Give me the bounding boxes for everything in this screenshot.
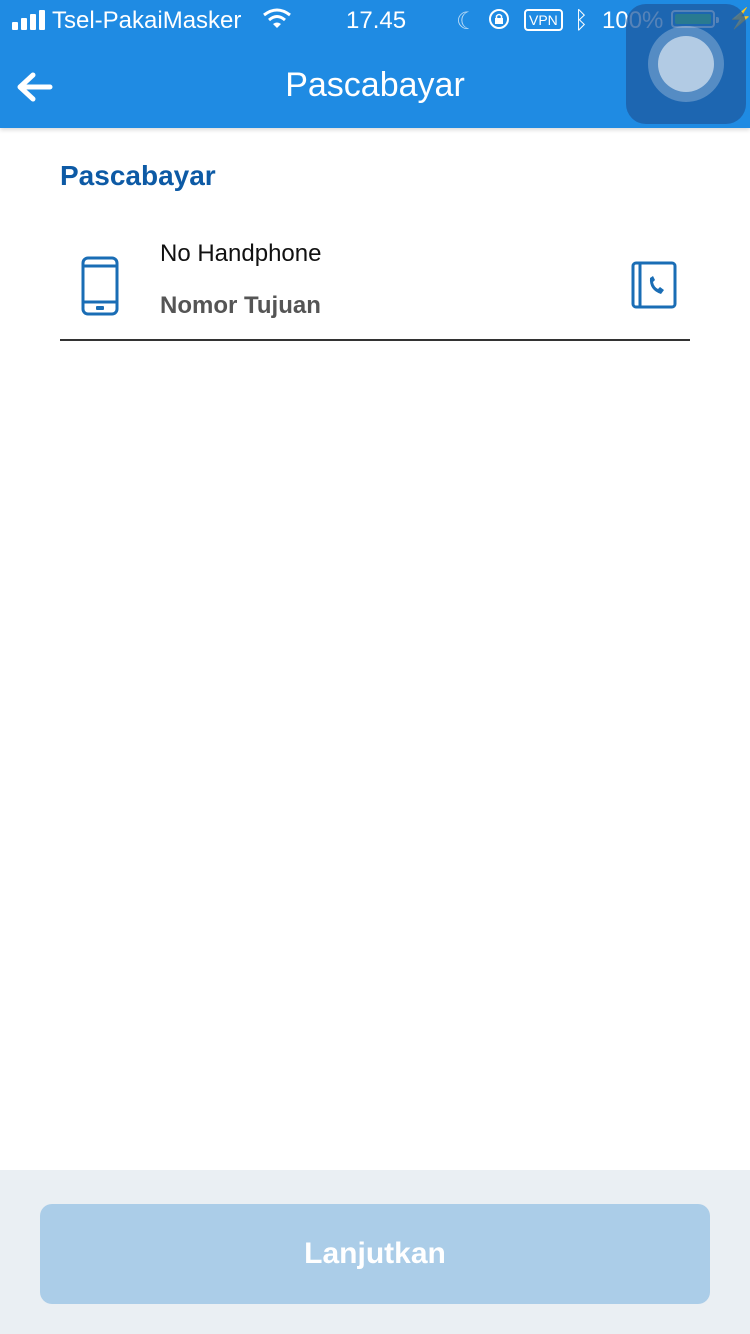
phone-number-input[interactable] [160,286,600,326]
bluetooth-icon: ᛒ [574,7,589,34]
moon-icon: ☾ [456,8,478,35]
clock: 17.45 [346,7,407,34]
contact-book-icon[interactable] [630,260,678,310]
continue-button[interactable]: Lanjutkan [40,1204,710,1304]
section-title: Pascabayar [60,160,216,191]
assistive-touch-button[interactable] [626,4,746,124]
mobile-phone-icon [81,256,119,316]
signal-icon [12,10,46,30]
bottom-action-bar: Lanjutkan [0,1170,750,1334]
vpn-badge: VPN [524,9,563,31]
carrier-name: Tsel-PakaiMasker [52,7,242,34]
rotation-lock-icon [489,9,509,29]
phone-number-field[interactable]: No Handphone [60,224,690,341]
phone-field-label: No Handphone [160,240,322,267]
wifi-icon [263,8,291,28]
